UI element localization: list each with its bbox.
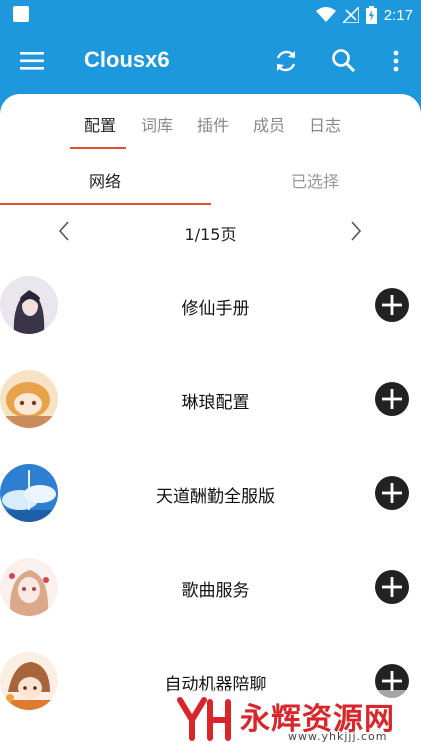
tab-members[interactable]: 成员: [253, 112, 285, 136]
status-bar: 2:17: [0, 0, 421, 30]
watermark-logo-icon: [177, 697, 231, 741]
add-icon[interactable]: [374, 287, 410, 323]
pager: 1/15页: [0, 212, 421, 250]
search-icon[interactable]: [330, 47, 358, 75]
tab-plugins[interactable]: 插件: [197, 112, 229, 136]
item-name: 修仙手册: [181, 299, 250, 319]
add-icon[interactable]: [374, 381, 410, 417]
list-item[interactable]: 琳琅配置: [0, 350, 421, 444]
list-item[interactable]: 修仙手册: [0, 256, 421, 350]
list-item[interactable]: 歌曲服务: [0, 538, 421, 632]
subtab-indicator: [0, 203, 211, 205]
watermark: 永辉资源网 www.yhkjjj.com: [170, 690, 421, 750]
chevron-right-icon[interactable]: [348, 219, 364, 243]
subtab-selected[interactable]: 已选择: [291, 168, 339, 192]
tab-indicator: [70, 147, 126, 149]
status-time: 2:17: [383, 6, 413, 24]
list-item[interactable]: 天道酬勤全服版: [0, 444, 421, 538]
tab-config[interactable]: 配置: [84, 112, 116, 136]
app-title: Clousx6: [84, 47, 170, 72]
item-name: 歌曲服务: [181, 581, 250, 601]
watermark-url: www.yhkjjj.com: [288, 730, 388, 743]
subtab-network[interactable]: 网络: [89, 168, 121, 192]
wifi-icon: [315, 7, 336, 22]
more-vert-icon[interactable]: [386, 47, 406, 75]
content-sheet: 配置 词库 插件 成员 日志 网络 已选择 1/15页 修仙手册 琳琅配置 天道…: [0, 94, 421, 750]
item-name: 琳琅配置: [181, 393, 250, 413]
tab-logs[interactable]: 日志: [309, 112, 341, 136]
menu-icon[interactable]: [20, 50, 46, 72]
add-icon[interactable]: [374, 569, 410, 605]
status-icons: 2:17: [315, 4, 413, 26]
add-icon[interactable]: [374, 475, 410, 511]
sub-tab-bar: 网络 已选择: [0, 150, 421, 206]
toolbar: Clousx6: [0, 30, 421, 92]
refresh-icon[interactable]: [272, 47, 300, 75]
battery-charging-icon: [365, 6, 377, 24]
tab-lexicon[interactable]: 词库: [141, 112, 173, 136]
item-name: 天道酬勤全服版: [156, 487, 275, 507]
top-tab-bar: 配置 词库 插件 成员 日志: [0, 94, 421, 150]
app-notification-icon: [13, 6, 29, 22]
signal-icon: [342, 7, 359, 23]
